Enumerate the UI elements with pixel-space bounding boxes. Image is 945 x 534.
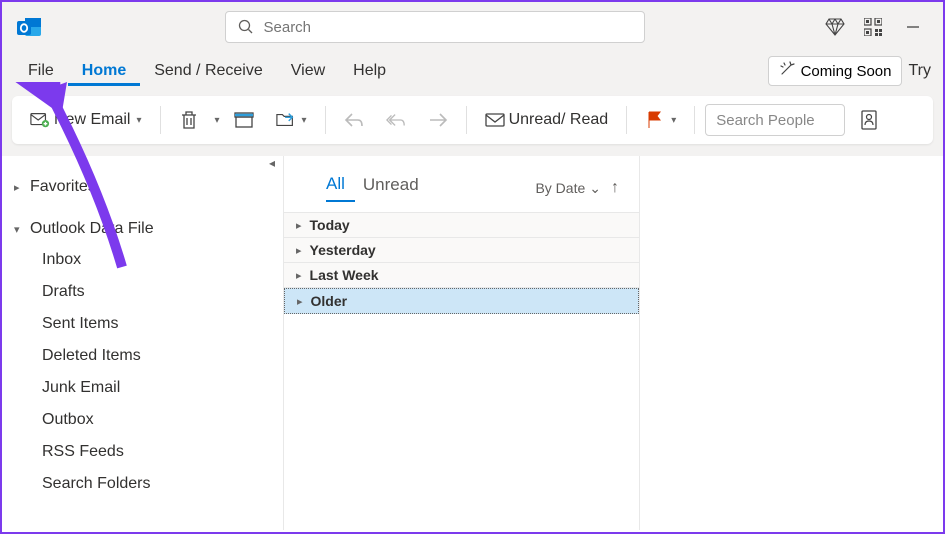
forward-icon <box>428 110 448 130</box>
chevron-right-icon: ▸ <box>14 181 26 194</box>
search-box[interactable] <box>225 11 645 43</box>
minimize-button[interactable] <box>901 15 925 39</box>
wand-icon <box>779 61 795 81</box>
move-button[interactable]: ▾ <box>268 104 315 136</box>
group-older[interactable]: ▸ Older <box>284 288 639 314</box>
envelope-icon <box>485 110 505 130</box>
menu-bar: File Home Send / Receive View Help Comin… <box>2 52 943 90</box>
folder-inbox[interactable]: Inbox <box>32 244 271 276</box>
chevron-down-icon: ▾ <box>14 223 26 236</box>
search-people-input[interactable]: Search People <box>705 104 845 136</box>
folder-drafts[interactable]: Drafts <box>32 276 271 308</box>
favorites-header[interactable]: ▸ Favorites <box>14 172 271 202</box>
menu-send-receive[interactable]: Send / Receive <box>140 56 277 86</box>
reply-all-icon <box>386 110 406 130</box>
move-folder-icon <box>276 110 296 130</box>
outlook-data-file-header[interactable]: ▾ Outlook Data File <box>14 214 271 244</box>
delete-button[interactable] <box>171 104 207 136</box>
chevron-right-icon: ▸ <box>296 219 302 232</box>
tab-all[interactable]: All <box>326 174 355 202</box>
folder-search-folders[interactable]: Search Folders <box>32 468 271 500</box>
reply-icon <box>344 110 364 130</box>
search-icon <box>236 17 256 37</box>
address-book-button[interactable] <box>851 104 887 136</box>
folder-junk-email[interactable]: Junk Email <box>32 372 271 404</box>
chevron-down-icon: ⌄ <box>589 180 601 197</box>
chevron-right-icon: ▸ <box>296 269 302 282</box>
menu-view[interactable]: View <box>277 56 339 86</box>
try-label[interactable]: Try <box>908 62 931 80</box>
group-last-week[interactable]: ▸ Last Week <box>284 263 639 288</box>
flag-icon <box>645 110 665 130</box>
collapse-pane-icon[interactable]: ◂ <box>269 156 275 170</box>
qr-grid-icon[interactable] <box>863 17 883 37</box>
chevron-down-icon[interactable]: ▾ <box>215 115 220 126</box>
new-email-button[interactable]: New Email ▾ <box>22 104 150 136</box>
new-email-icon <box>30 110 50 130</box>
tab-unread[interactable]: Unread <box>363 175 429 201</box>
trash-icon <box>179 110 199 130</box>
folder-outbox[interactable]: Outbox <box>32 404 271 436</box>
flag-button[interactable]: ▾ <box>637 104 684 136</box>
menu-help[interactable]: Help <box>339 56 400 86</box>
chevron-down-icon: ▾ <box>302 115 307 126</box>
menu-file[interactable]: File <box>14 56 68 86</box>
folder-deleted-items[interactable]: Deleted Items <box>32 340 271 372</box>
reading-pane <box>640 156 943 530</box>
group-today[interactable]: ▸ Today <box>284 213 639 238</box>
chevron-down-icon: ▾ <box>136 115 141 126</box>
reply-button[interactable] <box>336 104 372 136</box>
chevron-right-icon: ▸ <box>297 295 303 308</box>
chevron-down-icon: ▾ <box>671 115 676 126</box>
search-input[interactable] <box>264 19 634 36</box>
coming-soon-button[interactable]: Coming Soon <box>768 56 903 86</box>
reply-all-button[interactable] <box>378 104 414 136</box>
sort-direction-button[interactable]: ↑ <box>611 179 619 197</box>
menu-home[interactable]: Home <box>68 56 140 86</box>
forward-button[interactable] <box>420 104 456 136</box>
group-yesterday[interactable]: ▸ Yesterday <box>284 238 639 263</box>
unread-read-button[interactable]: Unread/ Read <box>477 104 617 136</box>
folder-pane: ◂ ▸ Favorites ▾ Outlook Data File Inbox … <box>2 156 284 530</box>
sort-by-date[interactable]: By Date ⌄ <box>535 180 601 197</box>
address-book-icon <box>859 110 879 130</box>
title-bar <box>2 2 943 52</box>
archive-icon <box>234 110 254 130</box>
premium-diamond-icon[interactable] <box>825 17 845 37</box>
archive-button[interactable] <box>226 104 262 136</box>
message-list-pane: All Unread By Date ⌄ ↑ ▸ Today ▸ Yesterd… <box>284 156 640 530</box>
folder-sent-items[interactable]: Sent Items <box>32 308 271 340</box>
outlook-logo <box>16 13 44 41</box>
ribbon-toolbar: New Email ▾ ▾ ▾ <box>12 96 933 144</box>
chevron-right-icon: ▸ <box>296 244 302 257</box>
folder-rss-feeds[interactable]: RSS Feeds <box>32 436 271 468</box>
